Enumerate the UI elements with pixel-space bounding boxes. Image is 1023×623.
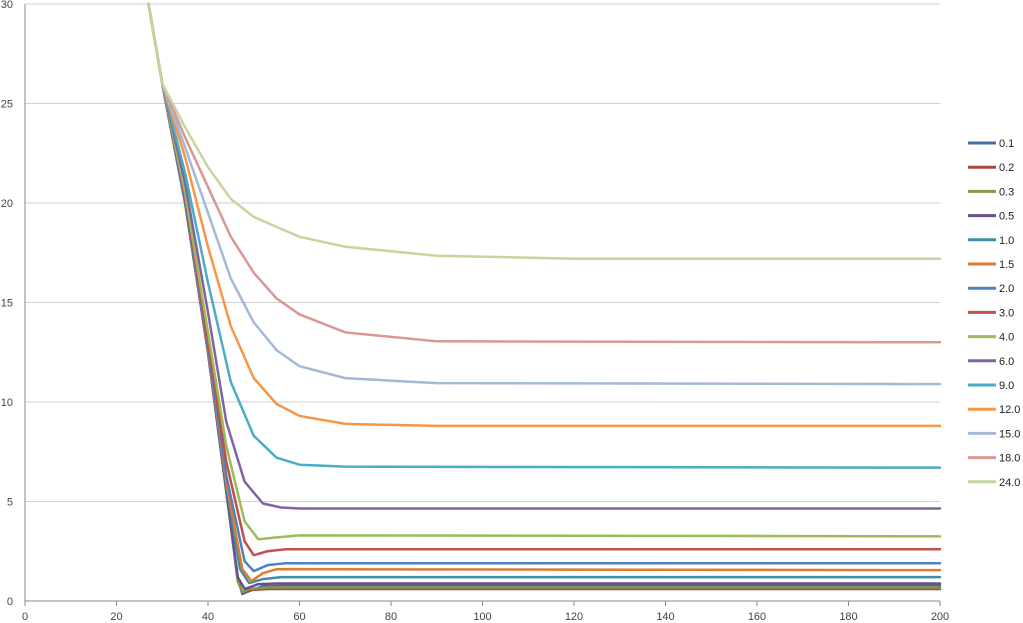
legend-label-0.2: 0.2 xyxy=(999,162,1014,174)
x-tick-label: 80 xyxy=(385,611,397,623)
y-tick-label: 20 xyxy=(1,198,13,210)
series-line-6.0 xyxy=(147,2,942,510)
legend-label-9.0: 9.0 xyxy=(999,380,1014,392)
legend-label-0.5: 0.5 xyxy=(999,211,1014,223)
x-axis-ticks: 0 20 40 60 80 100 120 140 160 180 200 xyxy=(22,601,949,623)
series-line-12.0 xyxy=(147,2,942,428)
series-line-24.0 xyxy=(147,2,942,260)
y-tick-label: 25 xyxy=(1,99,13,111)
x-tick-label: 160 xyxy=(748,611,766,623)
y-axis-ticks: 0 5 10 15 20 25 30 xyxy=(1,0,13,608)
x-tick-label: 140 xyxy=(656,611,674,623)
series-group xyxy=(147,2,942,596)
legend-label-6.0: 6.0 xyxy=(999,356,1014,368)
series-line-9.0 xyxy=(147,2,942,469)
legend-label-0.1: 0.1 xyxy=(999,138,1014,150)
series-line-3.0 xyxy=(147,2,942,557)
legend-label-4.0: 4.0 xyxy=(999,332,1014,344)
y-tick-label: 15 xyxy=(1,298,13,310)
line-chart: 0 5 10 15 20 25 30 0 20 40 60 80 100 120 140 160 180 200… xyxy=(1,0,1021,623)
legend-label-2.0: 2.0 xyxy=(999,283,1014,295)
y-tick-label: 5 xyxy=(7,497,13,509)
legend-label-15.0: 15.0 xyxy=(999,428,1020,440)
series-line-15.0 xyxy=(147,2,942,386)
x-tick-label: 180 xyxy=(839,611,857,623)
legend-label-18.0: 18.0 xyxy=(999,453,1020,465)
x-tick-label: 20 xyxy=(110,611,122,623)
series-line-1.0 xyxy=(147,2,942,585)
legend-label-24.0: 24.0 xyxy=(999,477,1020,489)
y-tick-label: 0 xyxy=(7,596,13,608)
series-line-18.0 xyxy=(147,2,942,344)
legend-label-12.0: 12.0 xyxy=(999,404,1020,416)
legend-label-1.5: 1.5 xyxy=(999,259,1014,271)
gridlines xyxy=(25,3,940,602)
x-tick-label: 0 xyxy=(22,611,28,623)
x-tick-label: 200 xyxy=(931,611,949,623)
x-tick-label: 100 xyxy=(473,611,491,623)
x-tick-label: 120 xyxy=(565,611,583,623)
legend-label-3.0: 3.0 xyxy=(999,307,1014,319)
legend: 0.1 0.2 0.3 0.5 1.0 1.5 2.0 3.0 4.0 6.0 9.0 12.0 15.… xyxy=(968,138,1020,489)
x-tick-label: 40 xyxy=(202,611,214,623)
y-tick-label: 10 xyxy=(1,397,13,409)
x-tick-label: 60 xyxy=(293,611,305,623)
legend-label-0.3: 0.3 xyxy=(999,186,1014,198)
series-line-4.0 xyxy=(147,2,942,541)
legend-label-1.0: 1.0 xyxy=(999,235,1014,247)
y-tick-label: 30 xyxy=(1,0,13,11)
series-line-1.5 xyxy=(147,2,942,583)
